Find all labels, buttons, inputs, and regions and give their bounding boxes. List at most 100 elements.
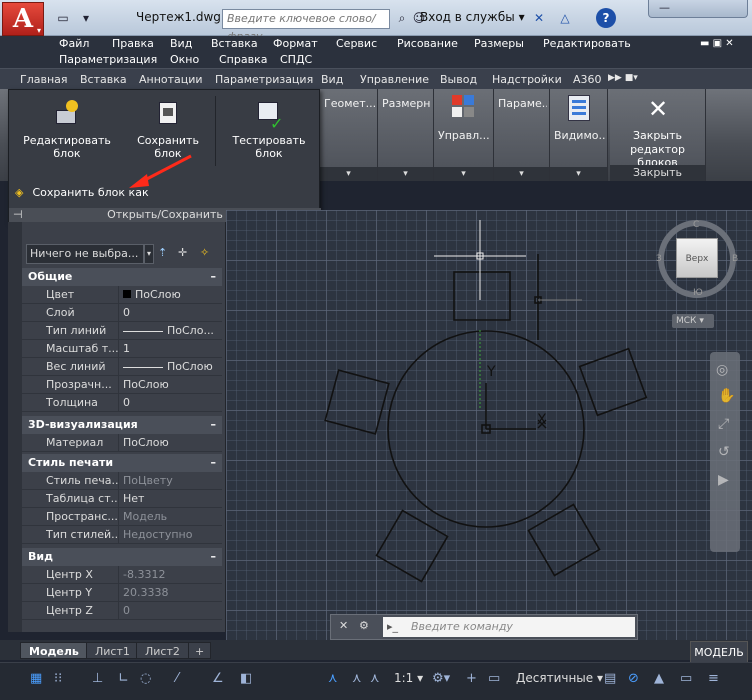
prop-row[interactable]: Толщина 0 bbox=[22, 394, 222, 412]
isolate-icon[interactable]: ⊘ bbox=[628, 671, 639, 686]
units-dropdown[interactable]: Десятичные ▾ bbox=[516, 671, 603, 685]
section-general[interactable]: Общие – bbox=[22, 268, 222, 286]
prop-row[interactable]: Слой 0 bbox=[22, 304, 222, 322]
tab-more-icon[interactable]: ▶▶ ■▾ bbox=[608, 73, 638, 83]
prop-row[interactable]: Вес линий ПоСлою bbox=[22, 358, 222, 376]
save-block-button[interactable]: Сохранить блок bbox=[123, 98, 213, 160]
edit-block-button[interactable]: Редактировать блок bbox=[13, 98, 121, 160]
snap-icon[interactable]: ⁝⁝ bbox=[54, 671, 62, 686]
pan-icon[interactable]: ✋ bbox=[718, 388, 735, 404]
section-plot-style[interactable]: Стиль печати – bbox=[22, 454, 222, 472]
prop-row[interactable]: Прозрачн... ПоСлою bbox=[22, 376, 222, 394]
isodraft-icon[interactable]: ◌ bbox=[140, 671, 151, 686]
menu-view[interactable]: Вид bbox=[170, 37, 192, 50]
menu-window[interactable]: Окно bbox=[170, 53, 199, 66]
menu-insert[interactable]: Вставка bbox=[211, 37, 258, 50]
qat-dropdown-icon[interactable]: ▾ bbox=[76, 8, 96, 28]
exchange-icon[interactable]: ✕ bbox=[530, 8, 548, 28]
autoscale-icon[interactable]: ⋏ bbox=[352, 671, 362, 686]
close-block-editor-button[interactable]: ✕ Закрыть редактор блоков Закрыть bbox=[610, 89, 706, 181]
panel-expand-icon[interactable]: ▾ bbox=[494, 167, 549, 181]
panel-params[interactable]: Параме... ▾ bbox=[494, 89, 550, 181]
annotation-scale-icon[interactable]: ⋏ bbox=[370, 671, 380, 686]
ortho-icon[interactable]: ⊥ bbox=[92, 671, 103, 686]
orbit-icon[interactable]: ↺ bbox=[718, 444, 730, 460]
tab-output[interactable]: Вывод bbox=[440, 73, 477, 86]
select-objects-icon[interactable]: ✛ bbox=[178, 246, 187, 259]
workspace-gear-icon[interactable]: ⚙▾ bbox=[432, 671, 450, 686]
panel-dimensions[interactable]: Размерн... ▾ bbox=[378, 89, 434, 181]
menu-help[interactable]: Справка bbox=[219, 53, 267, 66]
panel-geometry[interactable]: Геомет... ▾ bbox=[320, 89, 378, 181]
panel-expand-icon[interactable]: ▾ bbox=[434, 167, 493, 181]
prop-row[interactable]: Пространс... Модель bbox=[22, 508, 222, 526]
test-block-button[interactable]: ✓ Тестировать блок bbox=[219, 98, 319, 160]
prop-row[interactable]: Центр Z 0 bbox=[22, 602, 222, 620]
search-input[interactable]: Введите ключевое слово/фразу bbox=[222, 9, 390, 43]
grid-icon[interactable]: ▦ bbox=[30, 671, 42, 686]
prop-row[interactable]: Таблица ст... Нет bbox=[22, 490, 222, 508]
tab-home[interactable]: Главная bbox=[20, 73, 68, 86]
quickprops-icon[interactable]: ▭ bbox=[488, 671, 500, 686]
tab-parametric[interactable]: Параметризация bbox=[215, 73, 313, 86]
object-snap-icon[interactable]: ⁄ bbox=[176, 671, 178, 686]
prop-row[interactable]: Центр Y 20.3338 bbox=[22, 584, 222, 602]
close-cmd-icon[interactable]: ✕ bbox=[339, 619, 348, 632]
fullscreen-icon[interactable]: ▭ bbox=[680, 671, 692, 686]
menu-spds[interactable]: СПДС bbox=[280, 53, 312, 66]
showmotion-icon[interactable]: ▶ bbox=[718, 472, 729, 488]
menu-format[interactable]: Формат bbox=[273, 37, 318, 50]
prop-row[interactable]: Тип стилей... Недоступно bbox=[22, 526, 222, 544]
annotation-visibility-icon[interactable]: ⋏ bbox=[328, 671, 338, 686]
lineweight-icon[interactable]: ∠ bbox=[212, 671, 224, 686]
ucs-menu[interactable]: МСК ▾ bbox=[672, 314, 714, 328]
cleanscreen-icon[interactable]: ▤ bbox=[604, 671, 616, 686]
help-icon[interactable]: ? bbox=[596, 8, 616, 28]
tab-layout2[interactable]: Лист2 bbox=[136, 642, 189, 659]
menu-parametric[interactable]: Параметризация bbox=[59, 53, 157, 66]
add-layout-button[interactable]: + bbox=[188, 642, 212, 659]
pin-icon[interactable]: ⊣ bbox=[13, 208, 23, 222]
menu-dimensions[interactable]: Размеры bbox=[474, 37, 524, 50]
panel-visibility[interactable]: Видимо... ▾ bbox=[550, 89, 608, 181]
tab-insert[interactable]: Вставка bbox=[80, 73, 127, 86]
login-button[interactable]: Вход в службы ▾ bbox=[420, 10, 525, 24]
menu-draw[interactable]: Рисование bbox=[397, 37, 458, 50]
prop-row[interactable]: Цвет ПоСлою bbox=[22, 286, 222, 304]
model-space-button[interactable]: МОДЕЛЬ bbox=[690, 641, 748, 663]
polar-icon[interactable]: ∟ bbox=[118, 671, 129, 686]
drawing-canvas[interactable]: Y X Верх С Ю З В МСК ▾ ◎ ✋ ⤢ ↺ ▶ ✕ ⚙ ▸_ … bbox=[226, 210, 752, 640]
tab-a360[interactable]: A360 bbox=[573, 73, 602, 86]
quick-select-icon[interactable]: ✧ bbox=[200, 246, 209, 259]
tab-manage[interactable]: Управление bbox=[360, 73, 429, 86]
tab-addins[interactable]: Надстройки bbox=[492, 73, 562, 86]
annotation-scale[interactable]: 1:1 ▾ bbox=[394, 671, 423, 685]
prop-row[interactable]: Тип линий ПоСло... bbox=[22, 322, 222, 340]
menu-tools[interactable]: Сервис bbox=[336, 37, 377, 50]
panel-expand-icon[interactable]: ▾ bbox=[320, 167, 377, 181]
panel-manage[interactable]: Управл... ▾ bbox=[434, 89, 494, 181]
menu-file[interactable]: Файл bbox=[59, 37, 89, 50]
zoom-extents-icon[interactable]: ⤢ bbox=[718, 416, 729, 432]
customize-cmd-icon[interactable]: ⚙ bbox=[359, 619, 369, 632]
steering-wheel-icon[interactable]: ◎ bbox=[716, 362, 728, 378]
tab-annotate[interactable]: Аннотации bbox=[139, 73, 203, 86]
doc-window-controls[interactable]: ▬ ▣ ✕ bbox=[700, 38, 734, 49]
transparency-icon[interactable]: ◧ bbox=[240, 671, 252, 686]
section-3d-viz[interactable]: 3D-визуализация – bbox=[22, 416, 222, 434]
binoculars-icon[interactable]: ⌕ bbox=[394, 8, 410, 28]
selection-dropdown-arrow[interactable]: ▾ bbox=[144, 244, 154, 264]
prop-row[interactable]: Материал ПоСлою bbox=[22, 434, 222, 452]
customize-status-icon[interactable]: ≡ bbox=[708, 671, 719, 686]
panel-expand-icon[interactable]: ▾ bbox=[378, 167, 433, 181]
command-input[interactable]: ▸_ Введите команду bbox=[383, 617, 635, 637]
a360-icon[interactable]: △ bbox=[556, 8, 574, 28]
new-file-icon[interactable]: ▭ bbox=[52, 8, 74, 28]
menu-edit[interactable]: Правка bbox=[112, 37, 154, 50]
tab-layout1[interactable]: Лист1 bbox=[86, 642, 139, 659]
app-logo-button[interactable]: A ▾ bbox=[2, 2, 44, 36]
selection-dropdown[interactable]: Ничего не выбра... bbox=[26, 244, 144, 264]
viewcube-top[interactable]: Верх bbox=[676, 238, 718, 278]
toggle-pickadd-icon[interactable]: ⇡ bbox=[158, 246, 167, 259]
section-view[interactable]: Вид – bbox=[22, 548, 222, 566]
